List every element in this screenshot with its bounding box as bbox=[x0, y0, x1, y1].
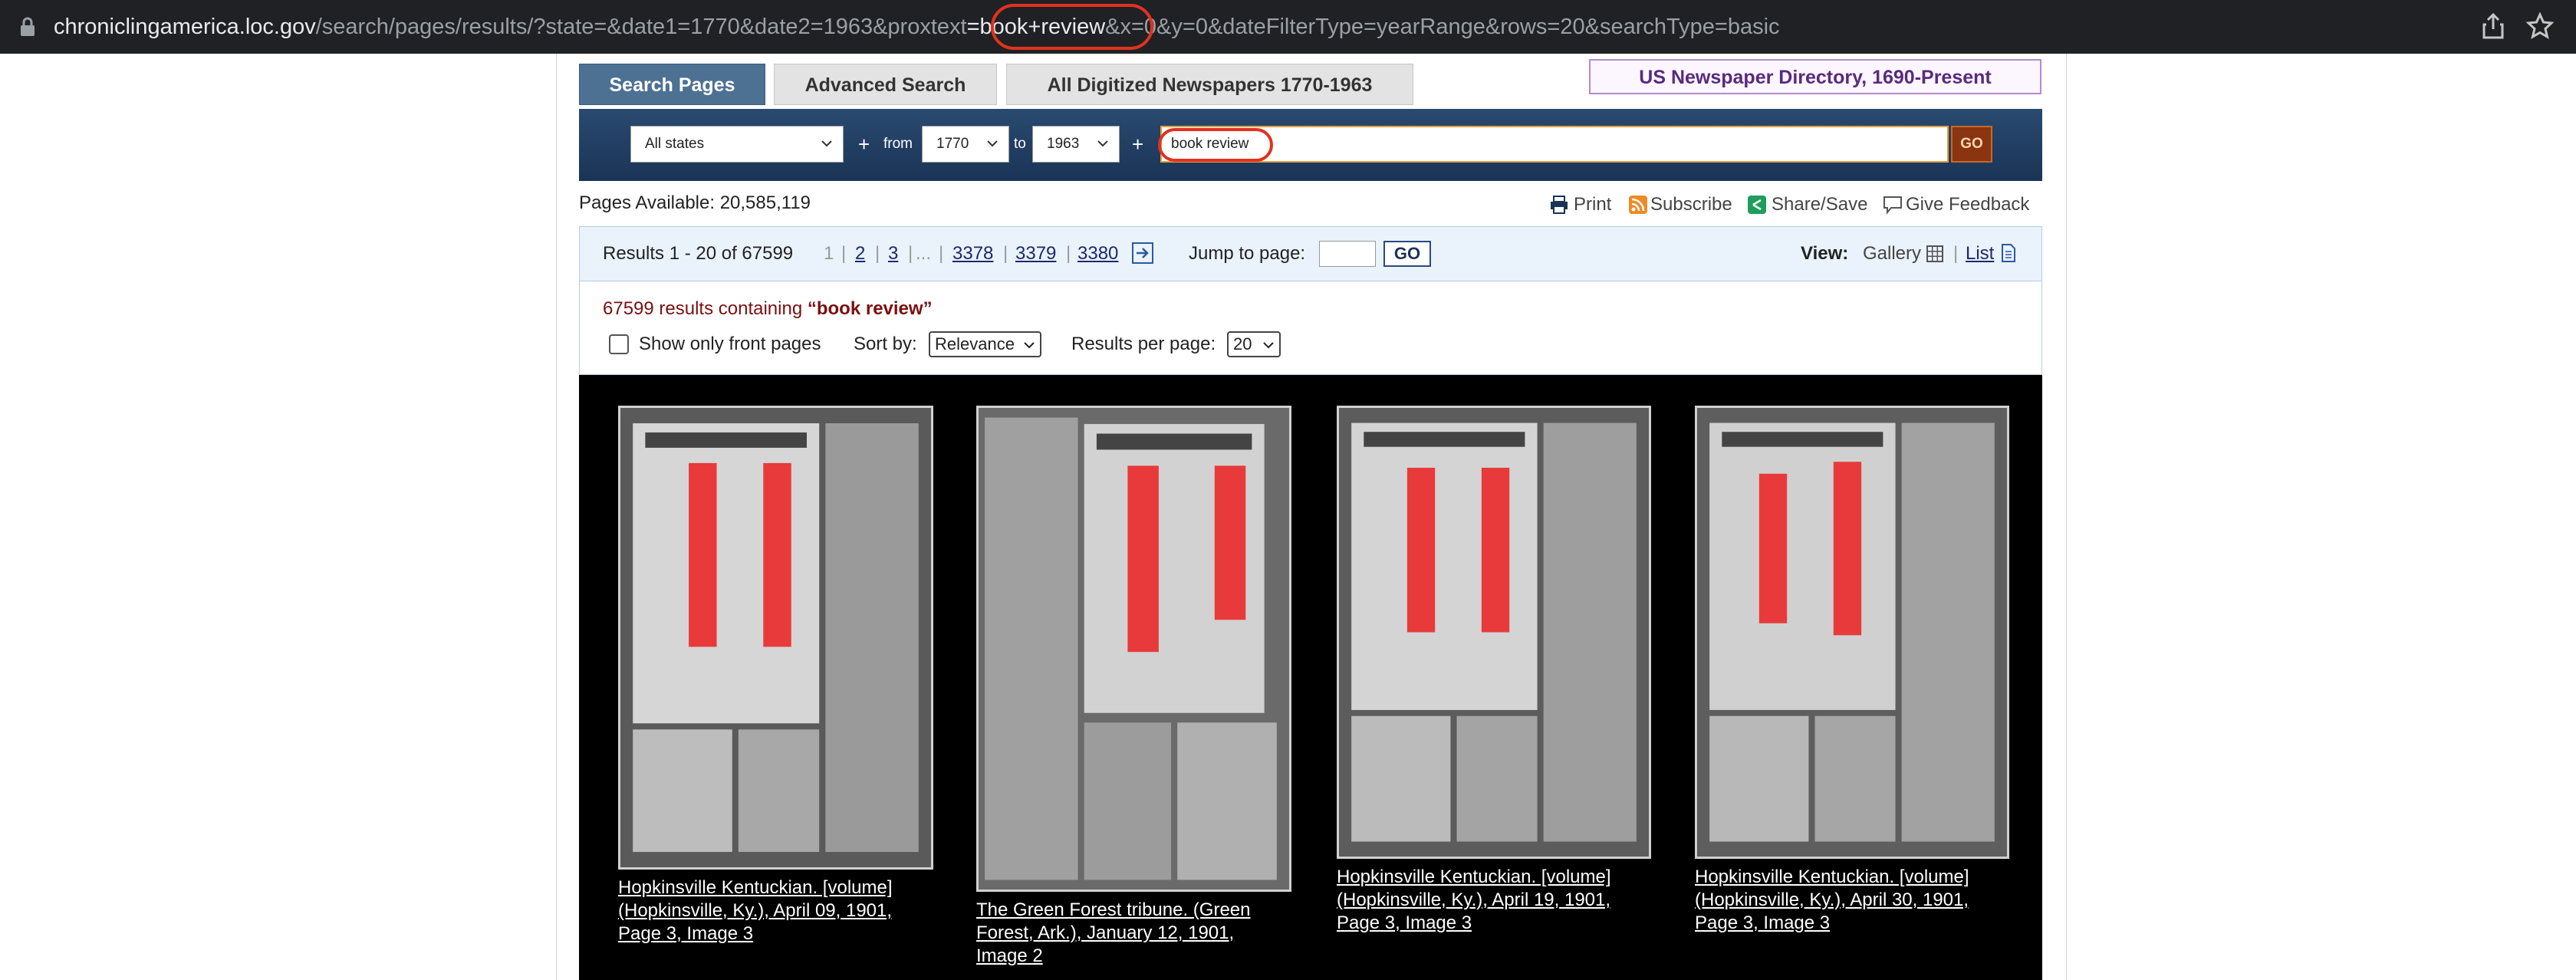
tab-search-pages[interactable]: Search Pages bbox=[579, 64, 765, 105]
print-icon[interactable] bbox=[1549, 195, 1569, 215]
chevron-down-icon bbox=[1097, 140, 1108, 147]
lock-icon bbox=[21, 17, 35, 36]
url-highlighted-query: =book+review bbox=[966, 15, 1106, 39]
caption-line: Image 2 bbox=[976, 945, 1043, 966]
gallery-view-option[interactable]: Gallery bbox=[1863, 242, 1921, 265]
url-field[interactable]: chroniclingamerica.loc.gov/search/pages/… bbox=[54, 12, 1780, 42]
page-link-3379[interactable]: 3379 bbox=[1015, 242, 1056, 265]
results-per-page-label: Results per page: bbox=[1071, 334, 1216, 354]
next-page-icon[interactable] bbox=[1132, 242, 1153, 264]
view-label: View: bbox=[1801, 243, 1849, 264]
view-separator: | bbox=[1953, 243, 1959, 264]
jump-to-page-input[interactable] bbox=[1319, 241, 1376, 267]
jump-to-page-label: Jump to page: bbox=[1189, 243, 1306, 264]
page-link-2[interactable]: 2 bbox=[855, 242, 865, 265]
star-icon[interactable] bbox=[2526, 12, 2554, 40]
newspaper-page-image bbox=[1339, 408, 1649, 857]
to-year-value: 1963 bbox=[1047, 136, 1080, 152]
newspaper-page-image bbox=[620, 408, 931, 867]
from-year-select[interactable]: 1770 bbox=[922, 126, 1009, 163]
share-save-icon[interactable] bbox=[1747, 195, 1767, 215]
add-date-plus[interactable]: + bbox=[1132, 130, 1143, 158]
browser-address-bar: chroniclingamerica.loc.gov/search/pages/… bbox=[0, 0, 2576, 54]
result-thumbnail[interactable] bbox=[1695, 406, 2009, 859]
newspaper-page-image bbox=[1697, 408, 2007, 857]
caption-line: Page 3, Image 3 bbox=[1337, 913, 1472, 933]
newspaper-directory-link[interactable]: US Newspaper Directory, 1690-Present bbox=[1589, 59, 2041, 94]
front-pages-label: Show only front pages bbox=[639, 334, 821, 354]
share-icon[interactable] bbox=[2482, 12, 2505, 40]
print-link[interactable]: Print bbox=[1574, 193, 1611, 216]
chevron-down-icon bbox=[821, 140, 832, 147]
chevron-down-icon bbox=[987, 140, 998, 147]
page-link-3[interactable]: 3 bbox=[888, 242, 898, 265]
add-state-plus[interactable]: + bbox=[858, 130, 870, 158]
url-path: /search/pages/results/?state=&date1=1770… bbox=[315, 15, 967, 39]
front-pages-checkbox[interactable] bbox=[609, 334, 629, 354]
search-go-button[interactable]: GO bbox=[1951, 126, 1992, 163]
sort-by-label: Sort by: bbox=[854, 334, 917, 354]
tab-all-digitized-newspapers[interactable]: All Digitized Newspapers 1770-1963 bbox=[1006, 64, 1413, 105]
tab-advanced-search[interactable]: Advanced Search bbox=[774, 64, 997, 105]
to-label: to bbox=[1014, 136, 1026, 152]
subscribe-link[interactable]: Subscribe bbox=[1650, 193, 1732, 216]
result-caption-link[interactable]: The Green Forest tribune. (Green Forest,… bbox=[976, 899, 1251, 968]
result-caption-link[interactable]: Hopkinsville Kentuckian. [volume] (Hopki… bbox=[1337, 866, 1611, 935]
chevron-down-icon bbox=[1263, 342, 1274, 349]
results-count-prefix: 67599 results containing bbox=[603, 298, 803, 319]
page-separator: | bbox=[875, 243, 880, 264]
result-thumbnail[interactable] bbox=[1337, 406, 1651, 859]
caption-line: Page 3, Image 3 bbox=[1695, 913, 1831, 933]
from-label: from bbox=[883, 136, 913, 152]
page-ellipsis: ... bbox=[916, 243, 932, 264]
list-view-link[interactable]: List bbox=[1966, 242, 1994, 265]
share-save-link[interactable]: Share/Save bbox=[1772, 193, 1867, 216]
results-count-query: “book review” bbox=[807, 298, 933, 319]
sort-by-select[interactable]: Relevance bbox=[929, 331, 1041, 357]
give-feedback-link[interactable]: Give Feedback bbox=[1906, 193, 2029, 216]
caption-line: Forest, Ark.), January 12, 1901, bbox=[976, 922, 1235, 943]
current-page: 1 bbox=[824, 243, 834, 264]
results-info-box bbox=[579, 281, 2042, 375]
results-per-page-select[interactable]: 20 bbox=[1227, 331, 1281, 357]
search-input[interactable]: book review bbox=[1160, 126, 1949, 163]
url-path-rest: &x=0&y=0&dateFilterType=yearRange&rows=2… bbox=[1105, 15, 1780, 39]
page-separator: | bbox=[1066, 243, 1071, 264]
sort-by-value: Relevance bbox=[935, 334, 1015, 354]
speech-bubble-icon[interactable] bbox=[1883, 195, 1903, 215]
caption-line: (Hopkinsville, Ky.), April 19, 1901, bbox=[1337, 890, 1611, 910]
results-summary: Results 1 - 20 of 67599 bbox=[603, 243, 794, 264]
result-caption-link[interactable]: Hopkinsville Kentuckian. [volume] (Hopki… bbox=[1695, 866, 1969, 935]
result-thumbnail[interactable] bbox=[976, 406, 1291, 892]
page-separator: | bbox=[939, 243, 944, 264]
result-thumbnail[interactable] bbox=[618, 406, 933, 870]
state-select-value: All states bbox=[645, 136, 705, 152]
caption-line: (Hopkinsville, Ky.), April 09, 1901, bbox=[618, 900, 893, 921]
pages-available: Pages Available: 20,585,119 bbox=[579, 192, 811, 213]
chevron-down-icon bbox=[1024, 342, 1035, 349]
results-count: 67599 results containing “book review” bbox=[603, 298, 933, 321]
grid-icon[interactable] bbox=[1926, 245, 1943, 262]
page-separator: | bbox=[1003, 243, 1008, 264]
from-year-value: 1770 bbox=[936, 136, 969, 152]
caption-line: Hopkinsville Kentuckian. [volume] bbox=[1337, 867, 1611, 887]
caption-line: Page 3, Image 3 bbox=[618, 923, 754, 944]
url-host: chroniclingamerica.loc.gov bbox=[54, 15, 316, 39]
newspaper-page-image bbox=[979, 408, 1289, 890]
caption-line: (Hopkinsville, Ky.), April 30, 1901, bbox=[1695, 890, 1969, 910]
state-select[interactable]: All states bbox=[630, 126, 844, 163]
document-icon[interactable] bbox=[2001, 244, 2016, 262]
caption-line: The Green Forest tribune. (Green bbox=[976, 899, 1251, 920]
to-year-select[interactable]: 1963 bbox=[1032, 126, 1120, 163]
page-separator: | bbox=[841, 243, 847, 264]
result-caption-link[interactable]: Hopkinsville Kentuckian. [volume] (Hopki… bbox=[618, 876, 893, 945]
jump-go-button[interactable]: GO bbox=[1383, 241, 1431, 267]
page-link-3380[interactable]: 3380 bbox=[1077, 242, 1118, 265]
page-link-3378[interactable]: 3378 bbox=[952, 242, 993, 265]
caption-line: Hopkinsville Kentuckian. [volume] bbox=[618, 877, 893, 898]
results-per-page-value: 20 bbox=[1233, 334, 1252, 354]
caption-line: Hopkinsville Kentuckian. [volume] bbox=[1695, 867, 1969, 887]
page-separator: | bbox=[908, 243, 913, 264]
rss-icon[interactable] bbox=[1628, 195, 1648, 215]
